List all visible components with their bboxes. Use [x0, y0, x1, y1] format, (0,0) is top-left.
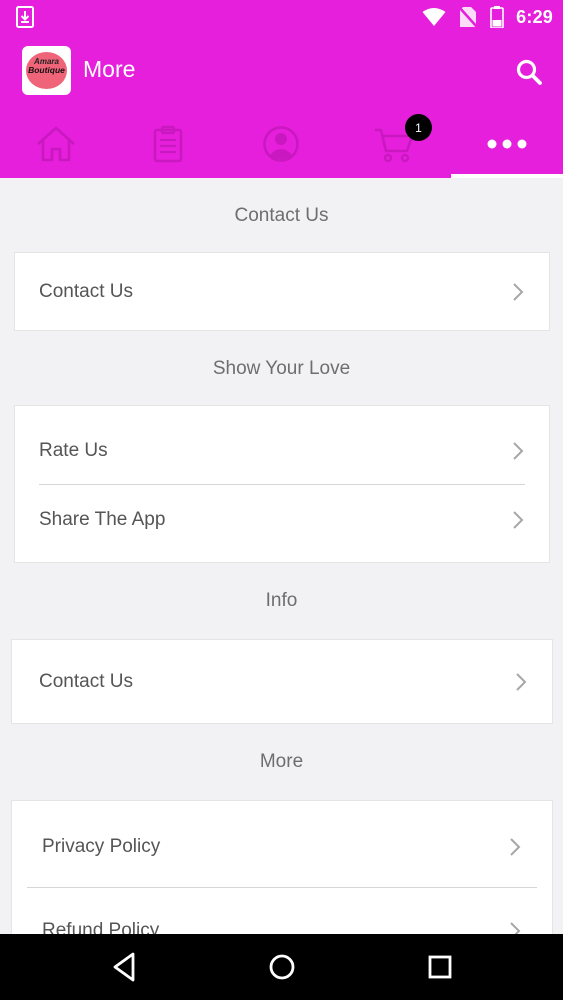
system-nav-bar [0, 934, 563, 1000]
app-bar: Amara Boutique More [0, 34, 563, 110]
list-item-refund-policy[interactable]: Refund Policy [12, 888, 552, 934]
download-icon [16, 6, 34, 28]
list-item-share-the-app[interactable]: Share The App [15, 485, 549, 562]
home-circle-icon[interactable] [268, 950, 296, 984]
back-icon[interactable] [111, 950, 137, 984]
tab-orders[interactable] [112, 110, 224, 178]
list-item-info-contact-us[interactable]: Contact Us [12, 640, 552, 723]
section-title-more: More [259, 751, 304, 772]
chevron-right-icon [513, 283, 524, 301]
chevron-right-icon [513, 442, 524, 460]
tab-cart[interactable]: 1 [338, 110, 450, 178]
no-sim-icon [458, 6, 479, 28]
chevron-right-icon [510, 922, 521, 934]
tab-account[interactable] [225, 110, 337, 178]
app-logo: Amara Boutique [22, 46, 71, 95]
status-bar: 6:29 [0, 0, 563, 34]
more-dots-icon [487, 139, 527, 149]
chevron-right-icon [516, 673, 527, 691]
more-card: Privacy Policy Refund Policy [11, 800, 553, 934]
section-title-love: Show Your Love [212, 358, 351, 379]
account-icon [263, 126, 299, 162]
chevron-right-icon [513, 511, 524, 529]
more-content[interactable]: Contact Us Contact Us Show Your Love Rat… [0, 178, 563, 934]
info-card: Contact Us [11, 639, 553, 724]
section-title-info: Info [265, 590, 298, 611]
section-title-contact: Contact Us [234, 205, 329, 226]
clipboard-icon [153, 125, 183, 163]
list-item-privacy-policy[interactable]: Privacy Policy [12, 801, 552, 887]
tab-more[interactable] [451, 110, 563, 178]
contact-card: Contact Us [14, 252, 550, 331]
tab-bar: 1 [0, 110, 563, 178]
chevron-right-icon [510, 838, 521, 856]
battery-icon [490, 6, 504, 28]
page-title: More [83, 56, 136, 82]
wifi-icon [422, 8, 446, 26]
search-icon[interactable] [515, 58, 543, 86]
status-time: 6:29 [516, 6, 553, 27]
tab-home[interactable] [0, 110, 112, 178]
list-item-contact-us[interactable]: Contact Us [15, 253, 549, 330]
home-icon [37, 126, 75, 162]
recents-icon[interactable] [428, 950, 452, 984]
love-card: Rate Us Share The App [14, 405, 550, 563]
cart-badge: 1 [405, 114, 432, 141]
list-item-rate-us[interactable]: Rate Us [15, 406, 549, 484]
